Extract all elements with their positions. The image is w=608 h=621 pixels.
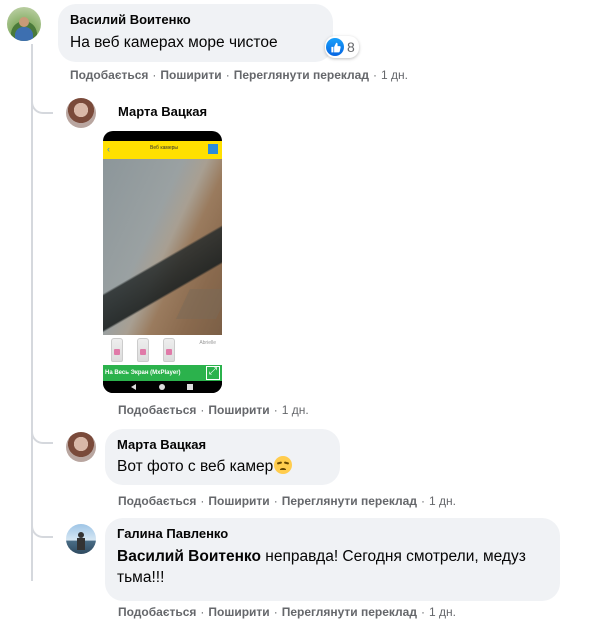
reaction-summary[interactable]: 8 — [325, 36, 359, 58]
thread-elbow — [31, 514, 53, 538]
comment-timestamp[interactable]: 1 дн. — [381, 68, 408, 82]
comment-actions: Подобається · Поширити · Переглянути перекла… — [118, 494, 456, 508]
comment-text: Вот фото с веб камер — [117, 456, 328, 477]
avatar[interactable] — [66, 432, 96, 462]
back-nav-icon — [131, 384, 136, 390]
comment-bubble: Василий Воитенко На веб камерах море чис… — [58, 4, 333, 62]
back-arrow-icon: ‹ — [107, 144, 110, 154]
reaction-count: 8 — [347, 39, 355, 55]
comment-author[interactable]: Марта Вацкая — [118, 104, 207, 120]
like-button[interactable]: Подобається — [118, 494, 196, 508]
avatar[interactable] — [66, 98, 96, 128]
comment-author[interactable]: Марта Вацкая — [117, 437, 328, 453]
ad-banner: Abrielle — [103, 335, 222, 365]
see-translation-button[interactable]: Переглянути переклад — [282, 494, 417, 508]
ad-brand: Abrielle — [199, 340, 216, 346]
comment-bubble: Марта Вацкая Вот фото с веб камер — [105, 429, 340, 485]
share-button[interactable]: Поширити — [160, 68, 221, 82]
like-button[interactable]: Подобається — [70, 68, 148, 82]
home-nav-icon — [159, 384, 165, 390]
avatar[interactable] — [7, 7, 41, 41]
comment-actions: Подобається · Поширити · Переглянути перекла… — [118, 605, 456, 619]
comment-actions: Подобається · Поширити · 1 дн. — [118, 403, 309, 417]
comment-text: Василий Воитенко неправда! Сегодня смотр… — [117, 548, 526, 586]
app-toolbar: ‹ Веб камеры — [103, 141, 222, 159]
product-bottle — [137, 338, 149, 362]
comment-author[interactable]: Василий Воитенко — [70, 12, 321, 28]
webcam-image — [103, 159, 222, 335]
like-button[interactable]: Подобається — [118, 403, 196, 417]
thread-elbow — [31, 90, 53, 114]
comment-text: На веб камерах море чистое — [70, 34, 278, 51]
fullscreen-label: На Весь Экран (MxPlayer) — [105, 370, 181, 376]
avatar[interactable] — [66, 524, 96, 554]
product-bottle — [111, 338, 123, 362]
share-button[interactable]: Поширити — [208, 403, 269, 417]
comment-timestamp[interactable]: 1 дн. — [282, 403, 309, 417]
app-title: Веб камеры — [150, 145, 178, 151]
thread-elbow — [31, 420, 53, 444]
image-attachment[interactable]: ‹ Веб камеры Abrielle На Весь Экран (MxP… — [103, 131, 222, 393]
comment-timestamp[interactable]: 1 дн. — [429, 494, 456, 508]
comment-actions: Подобається · Поширити · Переглянути перекла… — [70, 68, 408, 82]
see-translation-button[interactable]: Переглянути переклад — [282, 605, 417, 619]
pensive-face-icon — [274, 456, 293, 474]
expand-icon — [206, 366, 220, 380]
recents-nav-icon — [187, 384, 193, 390]
share-button[interactable]: Поширити — [208, 605, 269, 619]
fullscreen-bar: На Весь Экран (MxPlayer) — [103, 365, 222, 381]
share-button[interactable]: Поширити — [208, 494, 269, 508]
see-translation-button[interactable]: Переглянути переклад — [234, 68, 369, 82]
menu-icon — [208, 144, 218, 154]
comment-author[interactable]: Галина Павленко — [117, 526, 548, 542]
android-nav-bar — [103, 381, 222, 393]
like-reaction-icon — [326, 38, 344, 56]
product-bottle — [163, 338, 175, 362]
mention-link[interactable]: Василий Воитенко — [117, 548, 261, 565]
thread-line — [31, 44, 33, 581]
comment-timestamp[interactable]: 1 дн. — [429, 605, 456, 619]
comment-bubble: Галина Павленко Василий Воитенко неправд… — [105, 518, 560, 601]
like-button[interactable]: Подобається — [118, 605, 196, 619]
